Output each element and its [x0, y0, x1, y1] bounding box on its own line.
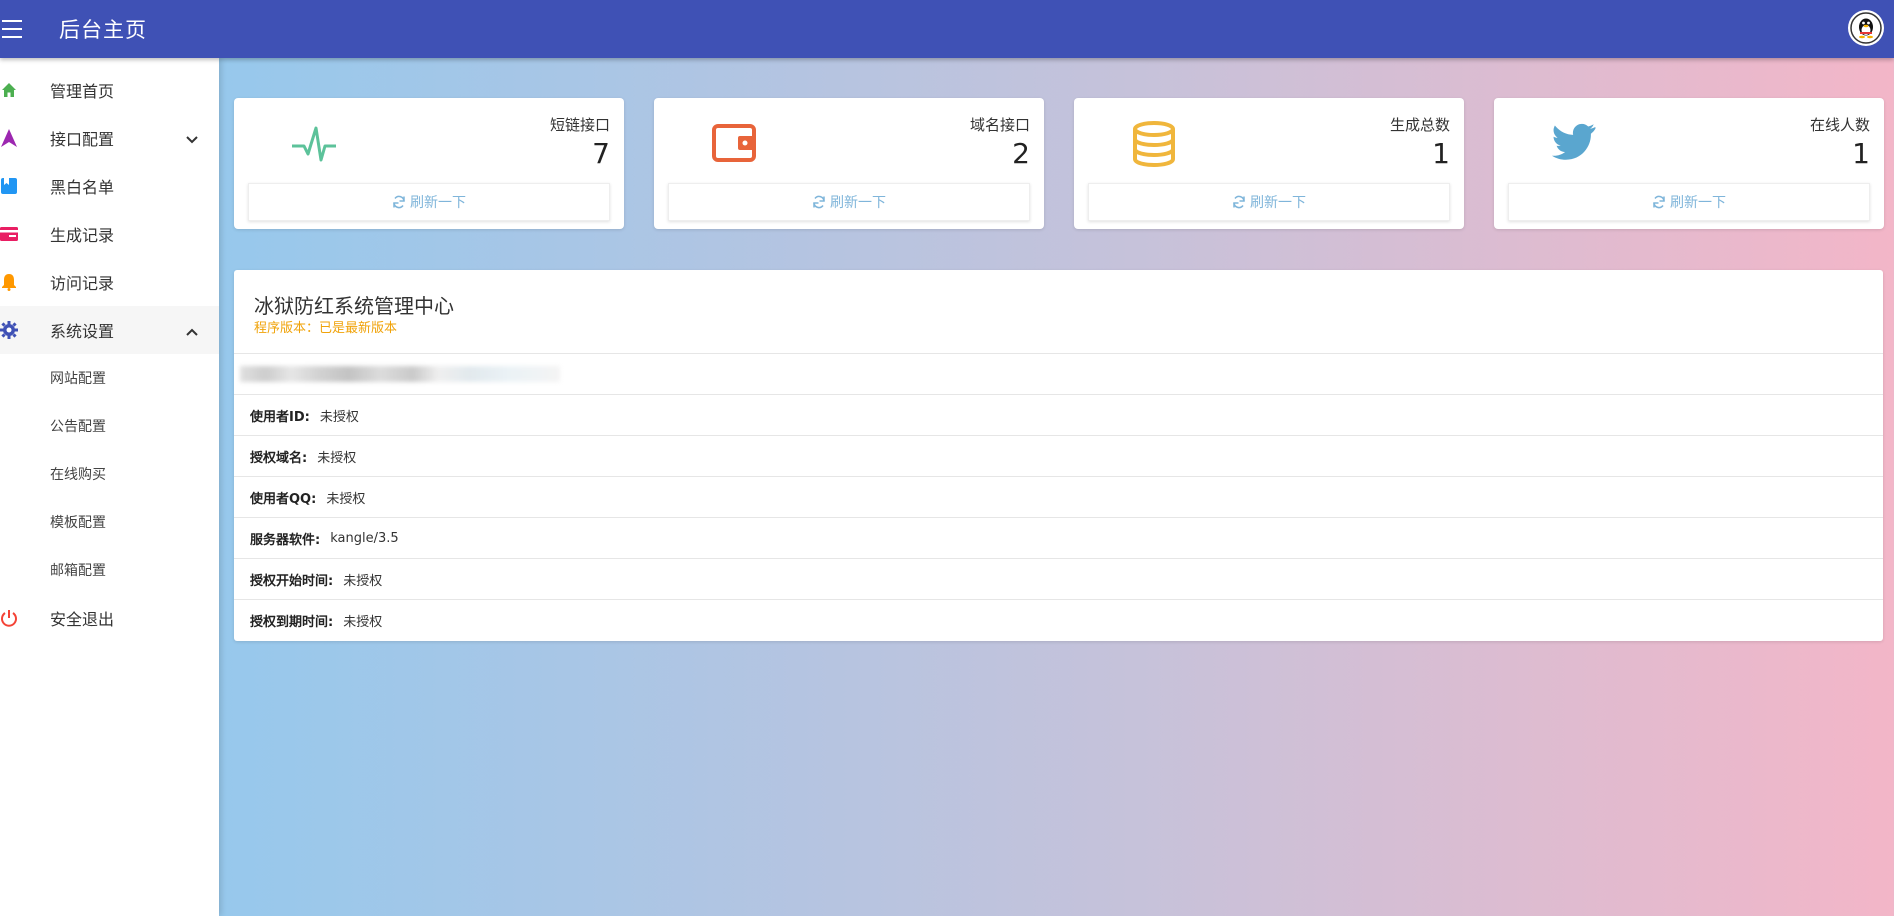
refresh-button[interactable]: 刷新一下 — [1088, 183, 1450, 221]
info-row-user-id: 使用者ID: 未授权 — [234, 395, 1883, 436]
sidebar-item-label: 黑白名单 — [50, 178, 115, 197]
sidebar-item-label: 访问记录 — [50, 274, 115, 293]
sidebar-item-blacklist[interactable]: 黑白名单 — [0, 162, 219, 210]
refresh-icon — [1652, 195, 1666, 209]
sidebar-item-label: 生成记录 — [50, 226, 115, 245]
sidebar-item-label: 管理首页 — [50, 82, 115, 101]
refresh-button[interactable]: 刷新一下 — [248, 183, 610, 221]
info-row-server-software: 服务器软件: kangle/3.5 — [234, 518, 1883, 559]
page-title: 后台主页 — [59, 18, 147, 42]
sidebar-subitem-notice-config[interactable]: 公告配置 — [0, 402, 219, 450]
chevron-up-icon[interactable] — [185, 322, 199, 341]
navigation-icon — [0, 129, 18, 147]
redacted-text — [240, 366, 560, 382]
sidebar-item-system-settings[interactable]: 系统设置 — [0, 306, 219, 354]
panel-header: 冰狱防红系统管理中心 程序版本：已是最新版本 — [234, 270, 1883, 354]
sidebar-item-dashboard[interactable]: 管理首页 — [0, 66, 219, 114]
info-row-domain: 授权域名: 未授权 — [234, 436, 1883, 477]
stat-card-short-link: 短链接口 7 刷新一下 — [234, 98, 624, 229]
stat-label: 在线人数 — [1809, 116, 1870, 134]
refresh-icon — [392, 195, 406, 209]
info-row-start-time: 授权开始时间: 未授权 — [234, 559, 1883, 600]
qq-penguin-icon — [1850, 12, 1882, 44]
sidebar-item-generate-log[interactable]: 生成记录 — [0, 210, 219, 258]
sidebar-subitem-online-purchase[interactable]: 在线购买 — [0, 450, 219, 498]
stat-value: 7 — [592, 137, 610, 170]
stat-value: 2 — [1012, 137, 1030, 170]
twitter-icon — [1550, 120, 1598, 168]
stat-label: 域名接口 — [969, 116, 1030, 134]
sidebar-item-visit-log[interactable]: 访问记录 — [0, 258, 219, 306]
info-row-qq: 使用者QQ: 未授权 — [234, 477, 1883, 518]
home-icon — [0, 81, 18, 99]
version-status: 程序版本：已是最新版本 — [254, 321, 398, 336]
bookmark-icon — [0, 177, 18, 195]
wallet-icon — [710, 120, 758, 168]
sidebar-item-api-config[interactable]: 接口配置 — [0, 114, 219, 162]
stat-value: 1 — [1432, 137, 1450, 170]
sidebar-item-label: 安全退出 — [50, 610, 115, 629]
refresh-icon — [812, 195, 826, 209]
bell-icon — [0, 273, 18, 291]
stat-card-online-users: 在线人数 1 刷新一下 — [1494, 98, 1884, 229]
sidebar-subitem-site-config[interactable]: 网站配置 — [0, 354, 219, 402]
sidebar: 管理首页 接口配置 黑白名单 生成记录 访问记录 系统设置 网站配置 公告配置 … — [0, 58, 219, 916]
gear-icon — [0, 321, 18, 339]
sidebar-item-label: 系统设置 — [50, 322, 115, 341]
refresh-icon — [1232, 195, 1246, 209]
stat-value: 1 — [1852, 137, 1870, 170]
refresh-button[interactable]: 刷新一下 — [1508, 183, 1870, 221]
sidebar-subitem-email-config[interactable]: 邮箱配置 — [0, 546, 219, 594]
sidebar-subitem-template-config[interactable]: 模板配置 — [0, 498, 219, 546]
panel-title: 冰狱防红系统管理中心 — [254, 294, 454, 318]
info-row-expire-time: 授权到期时间: 未授权 — [250, 615, 383, 630]
chevron-down-icon[interactable] — [185, 130, 199, 149]
refresh-button[interactable]: 刷新一下 — [668, 183, 1030, 221]
sidebar-item-logout[interactable]: 安全退出 — [0, 594, 219, 642]
system-info-panel: 冰狱防红系统管理中心 程序版本：已是最新版本 使用者ID: 未授权 授权域名: 未授… — [234, 270, 1883, 641]
stat-label: 生成总数 — [1389, 116, 1450, 134]
stat-label: 短链接口 — [549, 116, 610, 134]
stat-card-generated-total: 生成总数 1 刷新一下 — [1074, 98, 1464, 229]
stat-card-domain: 域名接口 2 刷新一下 — [654, 98, 1044, 229]
sidebar-item-label: 接口配置 — [50, 130, 115, 149]
card-icon — [0, 225, 18, 243]
hamburger-menu-icon[interactable] — [2, 20, 26, 38]
avatar[interactable] — [1848, 10, 1884, 46]
top-app-bar: 后台主页 — [0, 0, 1894, 58]
pulse-icon — [290, 120, 338, 168]
database-icon — [1130, 120, 1178, 168]
blurred-row — [234, 354, 1883, 395]
power-icon — [0, 609, 18, 627]
